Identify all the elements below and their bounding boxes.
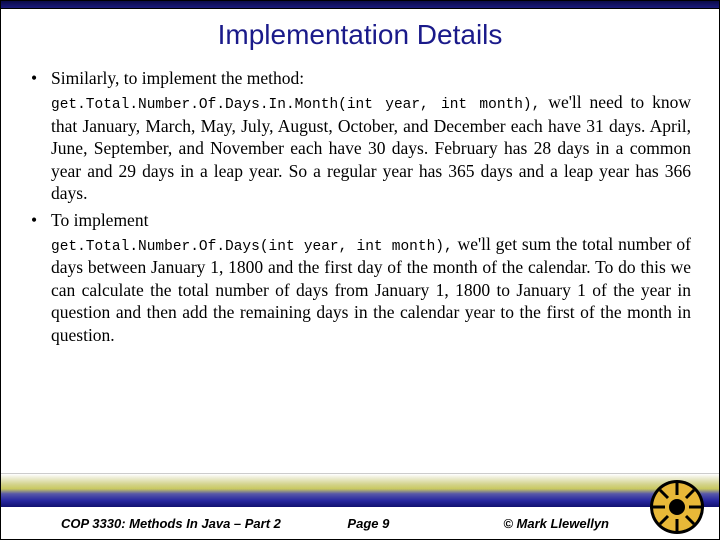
bullet-item: • To implement: [29, 209, 691, 231]
code-snippet: get.Total.Number.Of.Days(int year, int m…: [51, 239, 453, 255]
footer: COP 3330: Methods In Java – Part 2 Page …: [1, 473, 719, 539]
footer-copyright: © Mark Llewellyn: [503, 516, 609, 531]
bullet-marker: •: [29, 209, 51, 231]
paragraph: get.Total.Number.Of.Days(int year, int m…: [51, 233, 691, 346]
slide-body: • Similarly, to implement the method: ge…: [1, 67, 719, 346]
paragraph: get.Total.Number.Of.Days.In.Month(int ye…: [51, 91, 691, 204]
ucf-logo-icon: [649, 479, 705, 535]
bullet-text: Similarly, to implement the method:: [51, 67, 691, 89]
top-accent-bar: [1, 1, 719, 9]
code-snippet: get.Total.Number.Of.Days.In.Month(int ye…: [51, 97, 540, 113]
footer-gradient: [1, 473, 719, 507]
bullet-item: • Similarly, to implement the method:: [29, 67, 691, 89]
bullet-text: To implement: [51, 209, 691, 231]
footer-course: COP 3330: Methods In Java – Part 2: [61, 516, 281, 531]
slide: Implementation Details • Similarly, to i…: [0, 0, 720, 540]
slide-title: Implementation Details: [1, 19, 719, 51]
bullet-marker: •: [29, 67, 51, 89]
footer-page: Page 9: [347, 516, 389, 531]
footer-bar: COP 3330: Methods In Java – Part 2 Page …: [1, 507, 719, 539]
